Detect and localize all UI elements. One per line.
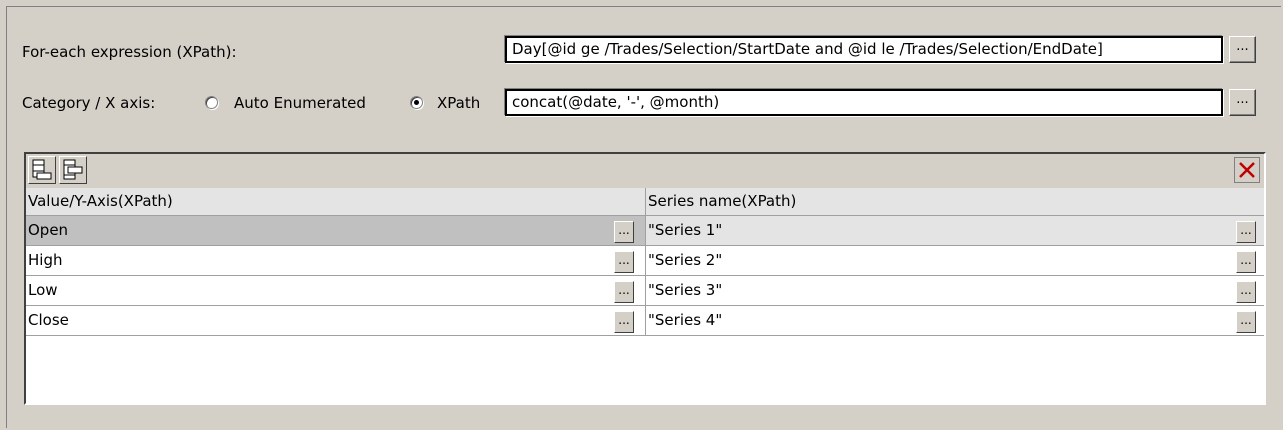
series-text: "Series 2"	[648, 251, 723, 269]
series-grid: Value/Y-Axis(XPath) Series name(XPath) O…	[24, 152, 1266, 405]
series-cell[interactable]: "Series 4"	[646, 306, 1264, 336]
value-text: Low	[28, 281, 58, 299]
series-text: "Series 3"	[648, 281, 723, 299]
value-browse-button[interactable]: ...	[614, 221, 634, 243]
column-header-value[interactable]: Value/Y-Axis(XPath)	[26, 188, 646, 216]
foreach-browse-button[interactable]: ...	[1229, 36, 1256, 63]
value-text: Open	[28, 221, 69, 239]
column-header-series[interactable]: Series name(XPath)	[646, 188, 1264, 216]
series-cell[interactable]: "Series 2"	[646, 246, 1264, 276]
xpath-option-label: XPath	[437, 94, 481, 112]
radio-selected-dot	[414, 100, 419, 105]
value-cell[interactable]: High	[26, 246, 646, 276]
series-cell[interactable]: "Series 1"	[646, 216, 1264, 246]
series-text: "Series 1"	[648, 221, 723, 239]
auto-enumerated-label: Auto Enumerated	[234, 94, 366, 112]
table-row[interactable]: High ... "Series 2" ...	[26, 246, 1264, 276]
value-browse-button[interactable]: ...	[614, 281, 634, 303]
series-browse-button[interactable]: ...	[1236, 281, 1256, 303]
category-browse-button[interactable]: ...	[1229, 89, 1256, 116]
value-cell[interactable]: Low	[26, 276, 646, 306]
table-row[interactable]: Close ... "Series 4" ...	[26, 306, 1264, 336]
delete-row-button[interactable]	[1234, 157, 1260, 183]
value-text: Close	[28, 311, 69, 329]
series-browse-button[interactable]: ...	[1236, 221, 1256, 243]
xpath-radio[interactable]	[410, 96, 423, 109]
series-browse-button[interactable]: ...	[1236, 251, 1256, 273]
category-label: Category / X axis:	[22, 94, 156, 112]
value-browse-button[interactable]: ...	[614, 311, 634, 333]
delete-x-icon	[1239, 162, 1255, 178]
category-xpath-input[interactable]: concat(@date, '-', @month)	[505, 89, 1223, 116]
auto-enumerated-radio[interactable]	[205, 96, 218, 109]
series-text: "Series 4"	[648, 311, 723, 329]
foreach-label: For-each expression (XPath):	[22, 43, 237, 61]
table-row[interactable]: Low ... "Series 3" ...	[26, 276, 1264, 306]
value-cell[interactable]: Open	[26, 216, 646, 246]
grid-toolbar	[26, 154, 1264, 188]
value-text: High	[28, 251, 63, 269]
insert-row-icon[interactable]	[59, 156, 87, 184]
series-browse-button[interactable]: ...	[1236, 311, 1256, 333]
value-browse-button[interactable]: ...	[614, 251, 634, 273]
series-cell[interactable]: "Series 3"	[646, 276, 1264, 306]
value-cell[interactable]: Close	[26, 306, 646, 336]
foreach-expression-input[interactable]: Day[@id ge /Trades/Selection/StartDate a…	[505, 36, 1223, 63]
append-row-icon[interactable]	[28, 156, 56, 184]
table-row[interactable]: Open ... "Series 1" ...	[26, 216, 1264, 246]
